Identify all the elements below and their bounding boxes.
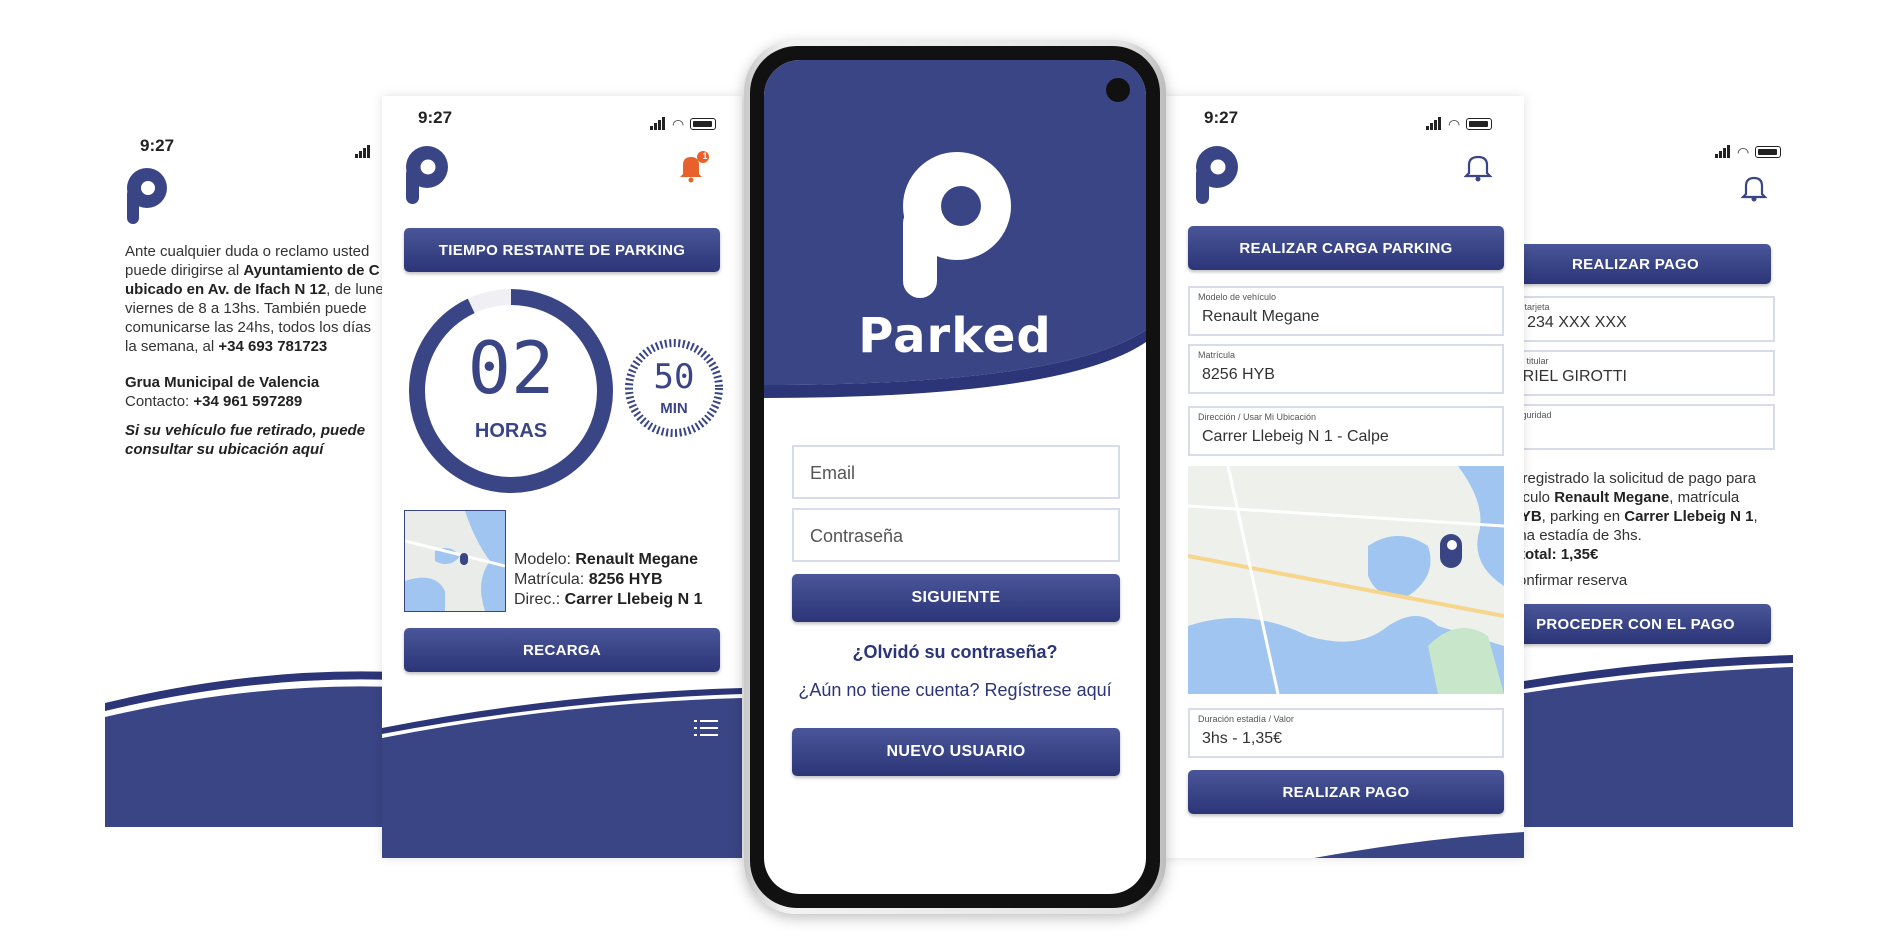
plate-field[interactable]: Matrícula 8256 HYB bbox=[1188, 344, 1504, 394]
app-logo-icon bbox=[1196, 146, 1238, 204]
nuevo-usuario-button[interactable]: NUEVO USUARIO bbox=[792, 728, 1120, 776]
holder-name-field[interactable]: del titular BRIEL GIROTTI bbox=[1500, 350, 1775, 396]
bottom-wave bbox=[1314, 832, 1524, 858]
proceed-payment-button[interactable]: PROCEDER CON EL PAGO bbox=[1500, 604, 1771, 644]
status-icons: ◠ bbox=[1426, 112, 1493, 132]
bell-icon[interactable] bbox=[1741, 174, 1767, 202]
vehicle-details: Modelo: Renault Megane Matrícula: 8256 H… bbox=[514, 551, 703, 608]
minutes-value: 50 bbox=[653, 357, 695, 397]
vehicle-model-field[interactable]: Modelo de vehículo Renault Megane bbox=[1188, 286, 1504, 336]
screen-payment: 7 ◠ REALIZAR PAGO de tarjeta X 234 XXX X… bbox=[1500, 124, 1793, 827]
notification-count: 1 bbox=[702, 151, 708, 161]
battery-icon bbox=[1755, 146, 1782, 158]
wifi-icon: ◠ bbox=[672, 116, 685, 132]
status-icons bbox=[355, 140, 371, 158]
parking-load-title: REALIZAR CARGA PARKING bbox=[1188, 226, 1504, 270]
security-code-field[interactable]: seguridad X bbox=[1500, 404, 1775, 450]
screen-timer: 9:27 ◠ 1 TIEMPO RESTANTE DE PARKING 02 H… bbox=[382, 96, 742, 858]
battery-icon bbox=[690, 118, 717, 130]
location-map[interactable] bbox=[1188, 466, 1504, 694]
status-icons: ◠ bbox=[650, 112, 717, 132]
siguiente-button[interactable]: SIGUIENTE bbox=[792, 574, 1120, 622]
menu-icon[interactable] bbox=[694, 718, 718, 738]
bottom-wave bbox=[105, 671, 395, 827]
signal-icon bbox=[1426, 112, 1442, 130]
phone-frame: Parked Email Contraseña SIGUIENTE ¿Olvid… bbox=[744, 40, 1166, 914]
realizar-pago-title: REALIZAR PAGO bbox=[1500, 244, 1771, 284]
screen-info: 9:27 Ante cualquier duda o reclamo usted… bbox=[105, 124, 395, 827]
location-pin-icon bbox=[1440, 534, 1462, 568]
hours-label: HORAS bbox=[474, 420, 548, 442]
app-logo-icon bbox=[406, 146, 448, 204]
bottom-wave bbox=[1500, 655, 1793, 827]
app-name: Parked bbox=[858, 308, 1052, 364]
screen-parking-load: 9:27 ◠ REALIZAR CARGA PARKING Modelo de … bbox=[1164, 96, 1524, 858]
battery-icon bbox=[1466, 118, 1493, 130]
payment-summary: a registrado la solicitud de pago para h… bbox=[1510, 470, 1758, 563]
realizar-pago-button[interactable]: REALIZAR PAGO bbox=[1188, 770, 1504, 814]
minutes-label: MIN bbox=[660, 400, 688, 417]
parked-logo-icon bbox=[903, 152, 1011, 298]
signal-icon bbox=[355, 140, 371, 158]
register-link[interactable]: ¿Aún no tiene cuenta? Regístrese aquí bbox=[764, 680, 1146, 701]
remaining-time-title: TIEMPO RESTANTE DE PARKING bbox=[404, 228, 720, 272]
info-paragraph: Ante cualquier duda o reclamo usted pued… bbox=[125, 243, 384, 355]
password-input[interactable]: Contraseña bbox=[792, 508, 1120, 562]
signal-icon bbox=[650, 112, 666, 130]
status-icons: ◠ bbox=[1715, 140, 1782, 160]
bell-icon[interactable] bbox=[1464, 152, 1492, 182]
email-input[interactable]: Email bbox=[792, 445, 1120, 499]
confirm-reservation-checkbox[interactable]: onfirmar reserva bbox=[1518, 571, 1627, 590]
duration-value-field[interactable]: Duración estadía / Valor 3hs - 1,35€ bbox=[1188, 708, 1504, 758]
status-time: 9:27 bbox=[1204, 108, 1239, 127]
bottom-wave bbox=[382, 688, 742, 858]
screen-login: Parked Email Contraseña SIGUIENTE ¿Olvid… bbox=[764, 60, 1146, 894]
status-time: 9:27 bbox=[140, 136, 175, 155]
address-field[interactable]: Dirección / Usar Mi Ubicación Carrer Lle… bbox=[1188, 406, 1504, 456]
wifi-icon: ◠ bbox=[1448, 116, 1461, 132]
map-thumbnail[interactable] bbox=[404, 510, 506, 612]
vehicle-location-link[interactable]: Si su vehículo fue retirado, puede consu… bbox=[125, 421, 365, 459]
hours-value: 02 bbox=[467, 326, 555, 410]
app-logo-icon bbox=[127, 168, 167, 224]
grua-contact: Grua Municipal de Valencia Contacto: +34… bbox=[125, 374, 320, 410]
front-camera bbox=[1106, 78, 1130, 102]
recarga-button[interactable]: RECARGA bbox=[404, 628, 720, 672]
signal-icon bbox=[1715, 140, 1731, 158]
wifi-icon: ◠ bbox=[1737, 144, 1750, 160]
card-number-field[interactable]: de tarjeta X 234 XXX XXX bbox=[1500, 296, 1775, 342]
forgot-password-link[interactable]: ¿Olvidó su contraseña? bbox=[764, 642, 1146, 663]
status-time: 9:27 bbox=[418, 108, 453, 127]
